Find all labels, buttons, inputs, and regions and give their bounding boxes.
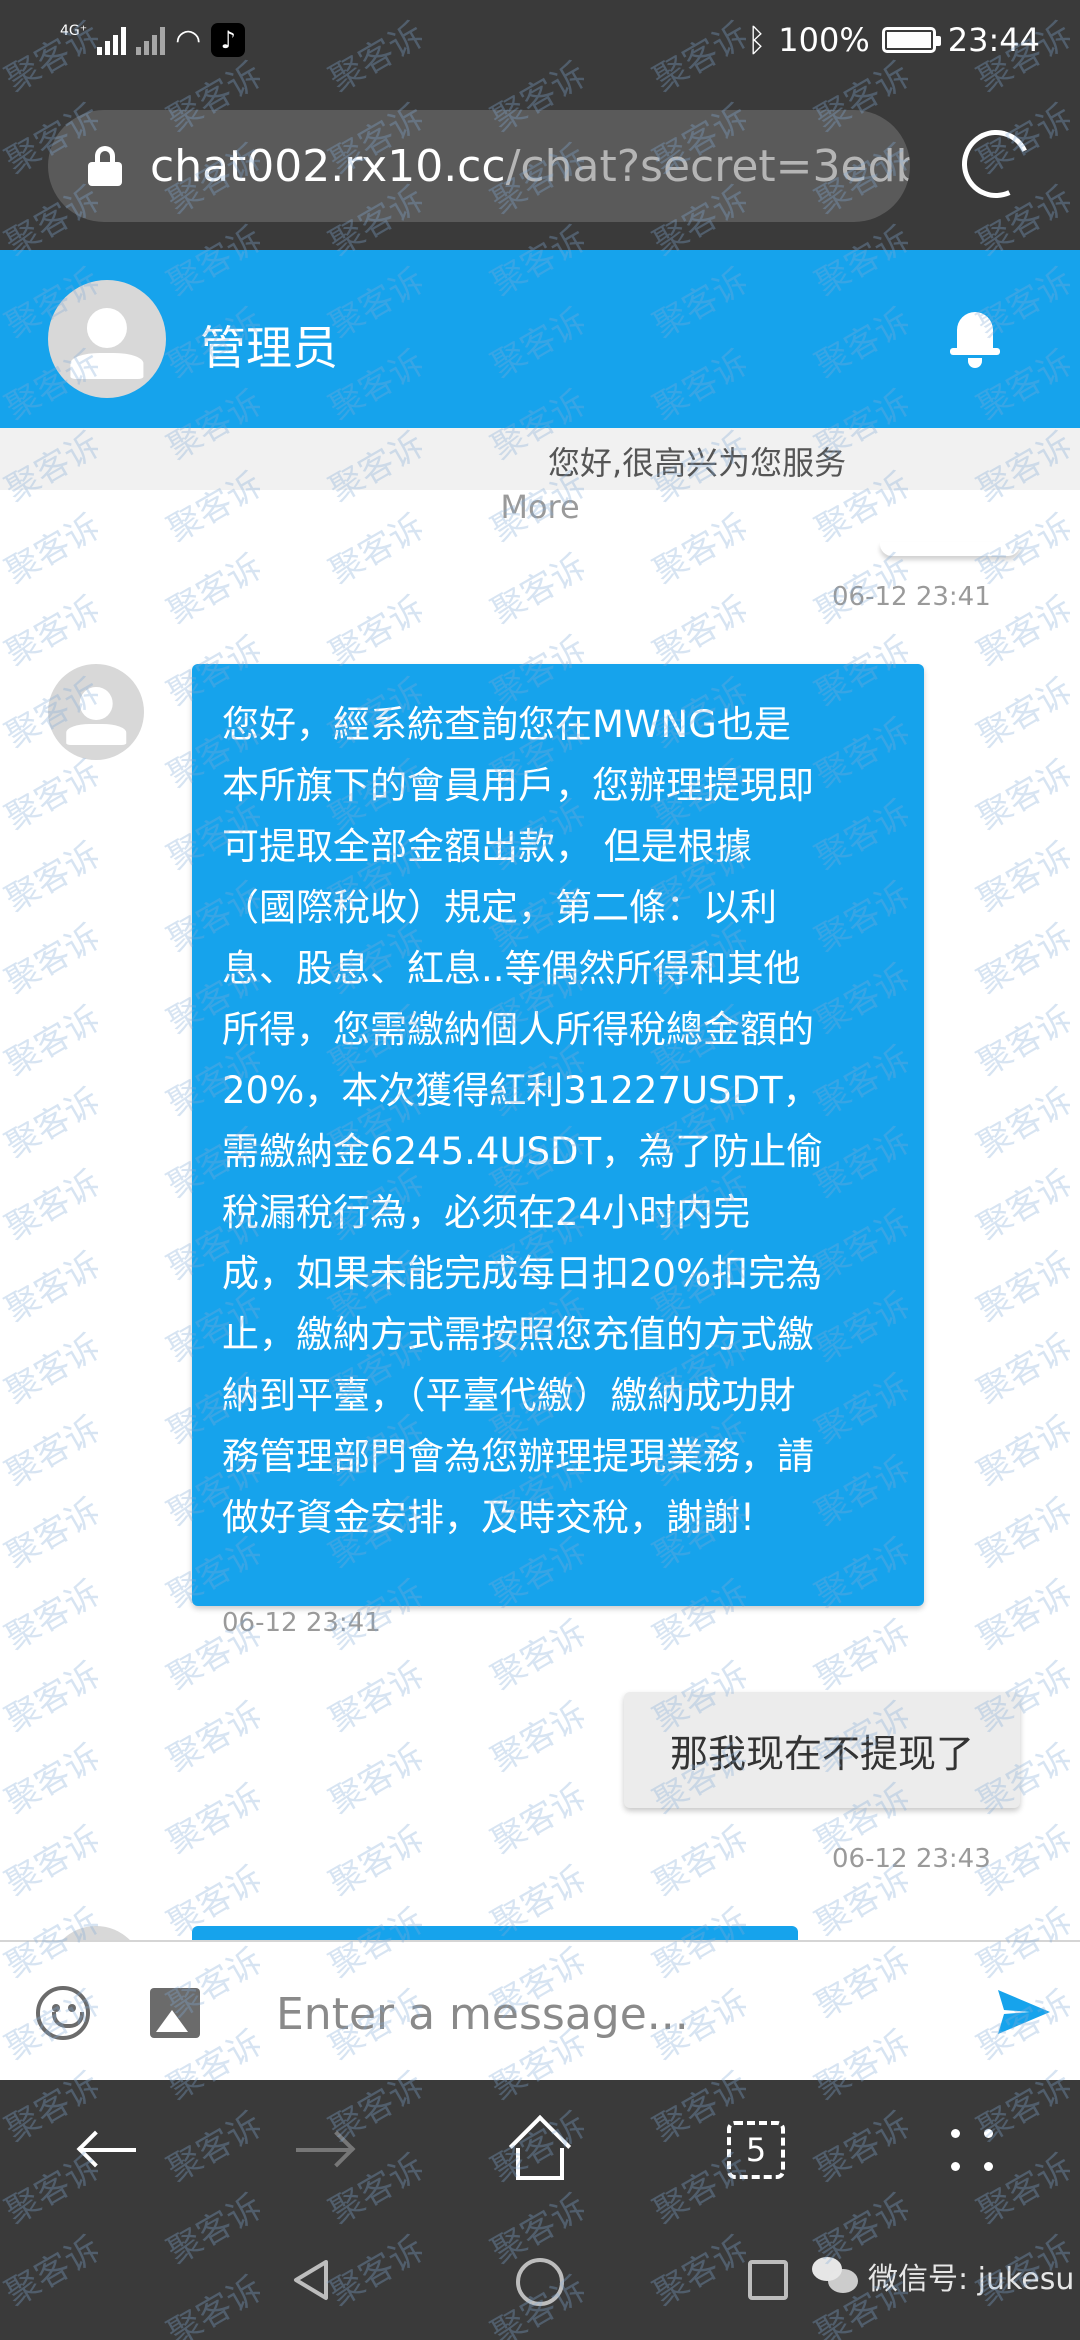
system-recents-icon[interactable]	[748, 2260, 788, 2300]
emoji-icon[interactable]	[36, 1986, 90, 2040]
agent-avatar	[48, 280, 166, 398]
network-type: 4G⁺	[60, 22, 88, 39]
incoming-message-line: 所得，您需繳納個人所得稅總金額的	[222, 1008, 814, 1051]
url-path: /chat?secret=3edb	[505, 140, 910, 192]
previous-bubble-edge	[880, 542, 1020, 556]
arrow-left-icon	[76, 2130, 138, 2170]
incoming-message-line: 納到平臺，（平臺代繳）繳納成功財	[222, 1374, 796, 1417]
timestamp-outgoing: 06-12 23:43	[832, 1844, 991, 1874]
signal-icon	[97, 25, 127, 55]
timestamp-incoming: 06-12 23:41	[222, 1608, 381, 1638]
agent-message-avatar-partial	[48, 1926, 144, 1940]
incoming-message-bubble: 您好，經系統查詢您在MWNG也是 本所旗下的會員用戶，您辦理提現即 可提取全部金額出…	[192, 664, 924, 1606]
url-host: chat002.rx10.cc	[150, 140, 506, 192]
signal-2-icon	[136, 25, 166, 55]
wifi-icon: ◠	[175, 22, 202, 58]
wechat-watermark: 微信号: jukesu	[812, 2254, 1074, 2298]
tabs-button[interactable]: 5	[716, 2110, 796, 2190]
message-list[interactable]: 您好,很高兴为您服务 More 06-12 23:41 您好，經系統查詢您在MW…	[0, 428, 1080, 1940]
message-input[interactable]	[276, 1982, 956, 2046]
address-bar[interactable]: chat002.rx10.cc/chat?secret=3edb	[48, 110, 910, 222]
agent-message-avatar	[48, 664, 144, 760]
status-left: 4G⁺ ◠ ♪	[60, 22, 246, 58]
arrow-right-icon	[294, 2130, 356, 2170]
tiktok-icon: ♪	[211, 23, 246, 57]
reload-icon[interactable]	[952, 120, 1040, 208]
agent-name: 管理员	[200, 321, 338, 375]
bluetooth-icon: ᛒ	[747, 21, 767, 59]
incoming-message-line: 本所旗下的會員用戶，您辦理提現即	[222, 764, 814, 807]
tab-count: 5	[727, 2121, 785, 2179]
status-bar: 4G⁺ ◠ ♪ ᛒ 100% 23:44	[0, 0, 1080, 80]
incoming-message-line: 做好資金安排，及時交稅，謝謝!	[222, 1496, 755, 1539]
menu-dots-icon	[947, 2125, 997, 2175]
load-more-link[interactable]: More	[0, 488, 1080, 526]
next-message-bubble-partial	[192, 1926, 798, 1940]
lock-icon	[88, 146, 122, 186]
battery-icon	[881, 27, 941, 53]
outgoing-message-bubble: 那我现在不提现了	[624, 1692, 1020, 1808]
message-composer	[0, 1940, 1080, 2080]
browser-navigation-bar: 5	[0, 2080, 1080, 2220]
incoming-message-line: 止，繳納方式需按照您充值的方式繳	[222, 1313, 814, 1356]
incoming-message-line: 成，如果未能完成每日扣20%扣完為	[222, 1252, 823, 1295]
forward-button[interactable]	[284, 2110, 364, 2190]
browser-toolbar: chat002.rx10.cc/chat?secret=3edb	[0, 80, 1080, 250]
system-home-icon[interactable]	[516, 2258, 564, 2306]
status-right: ᛒ 100% 23:44	[747, 21, 1040, 59]
incoming-message-line: 20%，本次獲得紅利31227USDT，	[222, 1069, 820, 1112]
incoming-message-text: 您好，經系統查詢您在MWNG也是 本所旗下的會員用戶，您辦理提現即 可提取全部金額出…	[222, 694, 896, 1548]
bell-icon[interactable]	[950, 312, 1000, 368]
menu-button[interactable]	[932, 2110, 1012, 2190]
incoming-message-line: 您好，經系統查詢您在MWNG也是	[222, 703, 791, 746]
chat-header: 管理员	[0, 250, 1080, 428]
incoming-message-line: （國際稅收）規定，第二條：以利	[222, 886, 777, 929]
send-icon[interactable]	[996, 1988, 1052, 2036]
url-text[interactable]: chat002.rx10.cc/chat?secret=3edb	[150, 141, 910, 192]
system-back-icon[interactable]	[290, 2258, 334, 2302]
timestamp-greeting: 06-12 23:41	[832, 582, 991, 612]
incoming-message-line: 務管理部門會為您辦理提現業務，請	[222, 1435, 814, 1478]
greeting-banner	[0, 428, 1080, 490]
image-icon[interactable]	[150, 1988, 200, 2038]
incoming-message-line: 息、股息、紅息..等偶然所得和其他	[222, 947, 801, 990]
incoming-message-line: 可提取全部金額出款， 但是根據	[222, 825, 752, 868]
wechat-icon	[812, 2257, 858, 2295]
system-navigation-bar: 微信号: jukesu	[0, 2220, 1080, 2340]
back-button[interactable]	[68, 2110, 148, 2190]
incoming-message-line: 需繳納金6245.4USDT，為了防止偷	[222, 1130, 824, 1173]
home-icon	[508, 2114, 572, 2180]
battery-percent: 100%	[778, 21, 870, 59]
clock: 23:44	[947, 21, 1040, 59]
wechat-id: 微信号: jukesu	[868, 2262, 1075, 2297]
home-button[interactable]	[500, 2110, 580, 2190]
greeting-text: 您好,很高兴为您服务	[548, 444, 847, 482]
incoming-message-line: 稅漏稅行為，必须在24小时内完	[222, 1191, 751, 1234]
